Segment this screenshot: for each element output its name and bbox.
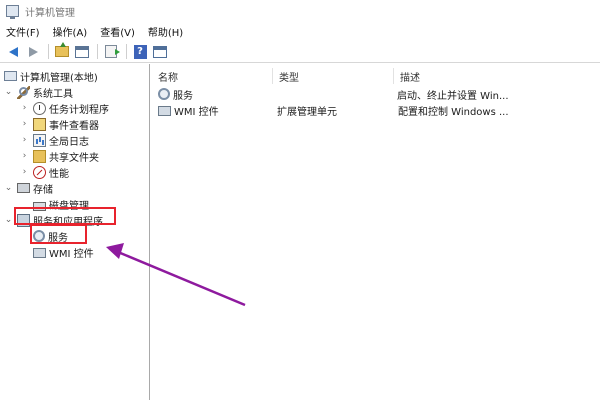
column-header-description[interactable]: 描述 [396,68,596,84]
tree-item-task-scheduler[interactable]: › 任务计划程序 [20,100,109,116]
folder-up-icon [55,42,69,57]
back-button[interactable] [4,43,22,61]
collapsed-chevron-icon[interactable]: › [20,116,29,132]
event-viewer-icon [33,117,46,131]
forward-button[interactable] [24,43,42,61]
tree-item-wmi[interactable]: WMI 控件 [33,244,94,260]
tree-item-perf-logs[interactable]: › 全局日志 [20,132,89,148]
menu-view[interactable]: 查看(V) [100,24,135,39]
forward-arrow-icon [28,46,38,57]
tree-item-label: 事件查看器 [49,120,99,132]
tree-item-root[interactable]: 计算机管理(本地) [4,68,98,84]
column-divider[interactable] [272,68,273,84]
collapsed-chevron-icon[interactable]: › [20,100,29,116]
column-header-name[interactable]: 名称 [154,68,272,84]
column-header-type[interactable]: 类型 [275,68,393,84]
tree-item-label: WMI 控件 [49,248,94,260]
expanded-chevron-icon[interactable]: ⌄ [4,212,13,228]
computer-icon [4,71,17,81]
collapsed-chevron-icon[interactable]: › [20,148,29,164]
highlight-box-services-apps [14,207,116,225]
clock-icon [33,101,46,115]
menu-help[interactable]: 帮助(H) [148,24,183,39]
export-list-button[interactable] [102,43,120,61]
tree-item-shared-folders[interactable]: › 共享文件夹 [20,148,99,164]
row-description: 配置和控制 Windows ... [398,106,509,118]
wmi-control-icon [158,106,171,116]
toolbar-separator [48,44,49,59]
list-row-wmi[interactable]: WMI 控件 扩展管理单元 配置和控制 Windows ... [158,102,596,118]
title-bar: 计算机管理 [0,0,600,22]
toolbar: ? [0,41,600,63]
tree-item-label: 任务计划程序 [49,104,109,116]
details-list: 名称 类型 描述 服务 启动、终止并设置 Win... WMI 控件 扩展管理单… [154,64,600,400]
console-tree-icon [75,45,89,58]
show-hide-tree-button[interactable] [73,43,91,61]
help-icon: ? [133,44,147,59]
tree-item-storage[interactable]: ⌄ 存储 [4,180,53,196]
computer-management-icon [6,5,19,19]
tree-item-label: 系统工具 [33,88,73,100]
window-title: 计算机管理 [25,7,75,19]
tree-item-event-viewer[interactable]: › 事件查看器 [20,116,99,132]
toolbar-separator [126,44,127,59]
tree-item-label: 共享文件夹 [49,152,99,164]
menu-action[interactable]: 操作(A) [53,24,88,39]
wmi-control-icon [33,248,46,258]
tree-item-label: 全局日志 [49,136,89,148]
back-arrow-icon [8,46,18,57]
help-button[interactable]: ? [131,43,149,61]
shared-folder-icon [33,149,46,163]
row-name: WMI 控件 [174,106,219,118]
performance-icon [33,165,46,179]
row-name: 服务 [173,90,193,102]
highlight-box-services [30,224,87,244]
tree-item-label: 性能 [49,168,69,180]
tree-item-performance[interactable]: › 性能 [20,164,69,180]
action-pane-icon [153,45,167,58]
row-type: 扩展管理单元 [277,106,337,118]
column-divider[interactable] [393,68,394,84]
collapsed-chevron-icon[interactable]: › [20,164,29,180]
toolbar-separator [97,44,98,59]
row-description: 启动、终止并设置 Win... [397,90,509,102]
tree-item-label: 存储 [33,184,53,196]
export-icon [105,45,120,58]
log-chart-icon [33,133,46,147]
tools-icon [17,85,30,99]
tree-item-system-tools[interactable]: ⌄ 系统工具 [4,84,73,100]
expanded-chevron-icon[interactable]: ⌄ [4,84,13,100]
collapsed-chevron-icon[interactable]: › [20,132,29,148]
expanded-chevron-icon[interactable]: ⌄ [4,180,13,196]
services-gear-icon [158,88,170,100]
show-action-pane-button[interactable] [151,43,169,61]
up-level-button[interactable] [53,42,71,61]
tree-item-label: 计算机管理(本地) [20,72,98,84]
storage-icon [17,183,30,193]
list-row-services[interactable]: 服务 启动、终止并设置 Win... [158,86,596,102]
menu-file[interactable]: 文件(F) [6,24,40,39]
menu-bar: 文件(F) 操作(A) 查看(V) 帮助(H) [0,22,600,41]
